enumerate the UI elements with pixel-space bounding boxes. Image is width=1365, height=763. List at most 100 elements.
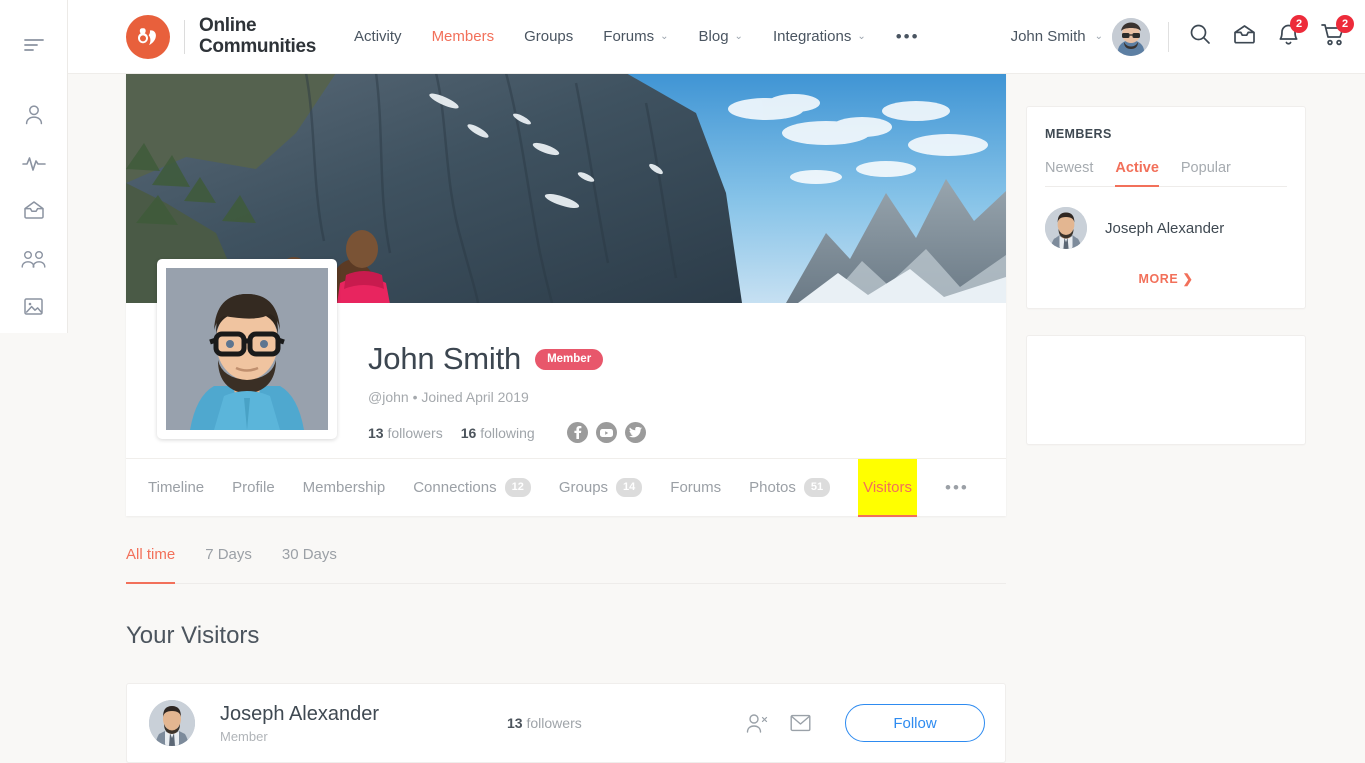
search-button[interactable] bbox=[1189, 23, 1211, 50]
visitor-name[interactable]: Joseph Alexander bbox=[220, 703, 379, 726]
nav-item-members[interactable]: Members bbox=[432, 28, 495, 45]
members-tab-active[interactable]: Active bbox=[1115, 160, 1159, 187]
followers-stat[interactable]: 13 followers bbox=[368, 425, 443, 441]
facebook-icon[interactable] bbox=[566, 422, 588, 443]
buddyboss-logo-icon bbox=[126, 14, 170, 59]
sidebar-item-groups[interactable] bbox=[11, 237, 57, 279]
chevron-down-icon: ⌄ bbox=[857, 31, 866, 42]
members-tab-newest[interactable]: Newest bbox=[1045, 160, 1093, 176]
header-right-cluster: John Smith ⌄ 2 2 bbox=[1010, 14, 1354, 56]
tabs-more-button[interactable]: ••• bbox=[945, 459, 969, 517]
inbox-icon bbox=[23, 200, 45, 220]
sidebar-item-profile[interactable] bbox=[11, 94, 57, 136]
tab-label: Visitors bbox=[863, 478, 912, 496]
tab-visitors[interactable]: Visitors bbox=[858, 458, 917, 517]
sidebar-item-photos[interactable] bbox=[11, 285, 57, 327]
nav-label: Integrations bbox=[772, 28, 852, 45]
cart-badge: 2 bbox=[1336, 14, 1354, 33]
profile-tabs: Timeline Profile Membership Connections 1… bbox=[126, 458, 1006, 517]
profile-stats: 13 followers 16 following bbox=[368, 422, 1006, 443]
members-more-link[interactable]: MORE ❯ bbox=[1045, 271, 1287, 286]
chevron-down-icon: ⌄ bbox=[734, 31, 743, 42]
nav-item-integrations[interactable]: Integrations ⌄ bbox=[773, 28, 866, 45]
search-icon bbox=[1189, 23, 1211, 50]
remove-friend-icon[interactable] bbox=[746, 713, 768, 733]
follow-button[interactable]: Follow bbox=[845, 704, 985, 742]
time-filter-tabs: All time 7 Days 30 Days bbox=[126, 546, 1006, 584]
profile-card: John Smith Member @john • Joined April 2… bbox=[126, 73, 1006, 517]
cart-button[interactable]: 2 bbox=[1321, 14, 1354, 51]
messages-button[interactable] bbox=[1233, 24, 1256, 50]
tab-timeline[interactable]: Timeline bbox=[148, 459, 204, 517]
nav-label: Groups bbox=[524, 28, 574, 45]
tab-membership[interactable]: Membership bbox=[303, 459, 386, 517]
nav-label: Members bbox=[431, 28, 495, 45]
header-icon-group: 2 2 bbox=[1189, 14, 1354, 51]
chevron-right-icon: ❯ bbox=[1182, 272, 1194, 286]
tab-connections[interactable]: Connections 12 bbox=[413, 459, 531, 517]
profile-avatar-image bbox=[166, 268, 328, 430]
youtube-icon[interactable] bbox=[595, 422, 617, 443]
members-widget-title: MEMBERS bbox=[1045, 127, 1112, 141]
tabs-more-label: ••• bbox=[945, 477, 969, 497]
tab-count: 12 bbox=[504, 478, 531, 497]
sidebar-item-activity[interactable] bbox=[11, 142, 57, 184]
activity-pulse-icon bbox=[21, 153, 46, 173]
main-navigation: Activity Members Groups Forums ⌄ Blog ⌄ In… bbox=[354, 28, 920, 46]
chevron-down-icon: ⌄ bbox=[660, 31, 669, 42]
profile-avatar[interactable] bbox=[157, 259, 337, 439]
filter-30-days[interactable]: 30 Days bbox=[282, 546, 337, 583]
tab-forums[interactable]: Forums bbox=[670, 459, 721, 517]
members-widget-tabs: Newest Active Popular bbox=[1045, 160, 1287, 187]
tab-label: Groups bbox=[558, 478, 609, 496]
brand-title: Online Communities bbox=[199, 14, 316, 57]
visitor-info: Joseph Alexander Member bbox=[220, 703, 379, 744]
filter-label: 30 Days bbox=[281, 546, 337, 563]
filter-label: All time bbox=[126, 546, 176, 563]
brand-divider bbox=[184, 19, 185, 54]
message-envelope-icon[interactable] bbox=[790, 714, 811, 732]
main-content: John Smith Member @john • Joined April 2… bbox=[126, 73, 1006, 763]
profile-meta: @john • Joined April 2019 bbox=[368, 389, 1006, 405]
twitter-icon[interactable] bbox=[624, 422, 646, 443]
nav-item-forums[interactable]: Forums ⌄ bbox=[603, 28, 668, 45]
social-links bbox=[566, 422, 646, 443]
nav-item-blog[interactable]: Blog ⌄ bbox=[699, 28, 743, 45]
right-sidebar: MEMBERS Newest Active Popular Joseph Ale… bbox=[1026, 106, 1306, 445]
following-count: 16 bbox=[460, 424, 477, 441]
filter-7-days[interactable]: 7 Days bbox=[205, 546, 252, 583]
nav-more-button[interactable]: ••• bbox=[896, 28, 920, 45]
image-icon bbox=[23, 296, 44, 317]
user-menu[interactable]: John Smith ⌄ bbox=[1010, 17, 1150, 56]
following-stat[interactable]: 16 following bbox=[461, 425, 535, 441]
visitor-row: Joseph Alexander Member 13 followers Fol… bbox=[126, 683, 1006, 763]
profile-name-line: John Smith Member bbox=[368, 341, 1006, 377]
tab-profile[interactable]: Profile bbox=[232, 459, 275, 517]
brand-title-line1: Online bbox=[199, 14, 257, 36]
tab-label: Photos bbox=[749, 478, 796, 496]
avatar bbox=[1045, 207, 1087, 249]
sidebar-item-menu-toggle[interactable] bbox=[11, 24, 57, 66]
members-tab-popular[interactable]: Popular bbox=[1181, 160, 1231, 176]
nav-item-activity[interactable]: Activity bbox=[354, 28, 402, 45]
tab-label: Active bbox=[1115, 160, 1159, 176]
filter-label: 7 Days bbox=[205, 546, 252, 563]
visitor-followers: 13 followers bbox=[507, 715, 582, 731]
tab-photos[interactable]: Photos 51 bbox=[749, 459, 831, 517]
brand-block[interactable]: Online Communities bbox=[68, 14, 316, 59]
nav-label: Forums bbox=[603, 28, 655, 45]
user-menu-label: John Smith bbox=[1010, 28, 1086, 45]
list-item[interactable]: Joseph Alexander bbox=[1045, 207, 1287, 249]
nav-item-groups[interactable]: Groups bbox=[524, 28, 573, 45]
visitor-actions: Follow bbox=[746, 704, 985, 742]
tab-groups[interactable]: Groups 14 bbox=[558, 459, 643, 517]
user-icon bbox=[24, 104, 44, 125]
filter-all-time[interactable]: All time bbox=[126, 546, 176, 584]
tab-label: Membership bbox=[302, 478, 386, 496]
tab-label: Popular bbox=[1180, 160, 1231, 176]
sidebar-item-messages[interactable] bbox=[11, 189, 57, 231]
notifications-button[interactable]: 2 bbox=[1278, 14, 1308, 51]
visitor-followers-count: 13 bbox=[507, 715, 523, 731]
avatar[interactable] bbox=[149, 700, 195, 746]
chevron-down-icon: ⌄ bbox=[1094, 31, 1103, 42]
